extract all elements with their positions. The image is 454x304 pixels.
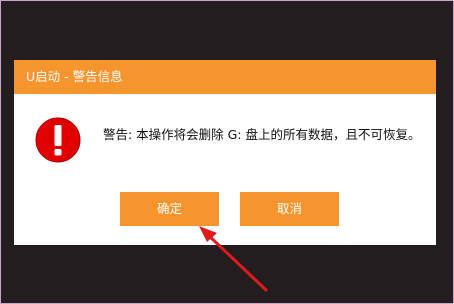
warning-message: 警告: 本操作将会删除 G: 盘上的所有数据，且不可恢复。 <box>103 127 421 142</box>
cancel-button[interactable]: 取消 <box>240 192 339 226</box>
confirm-button[interactable]: 确定 <box>120 192 219 226</box>
dialog-title: U启动 - 警告信息 <box>14 60 436 94</box>
warning-exclamation-icon <box>35 117 81 163</box>
warning-dialog: U启动 - 警告信息 警告: 本操作将会删除 G: 盘上的所有数据，且不可恢复。… <box>14 60 436 245</box>
